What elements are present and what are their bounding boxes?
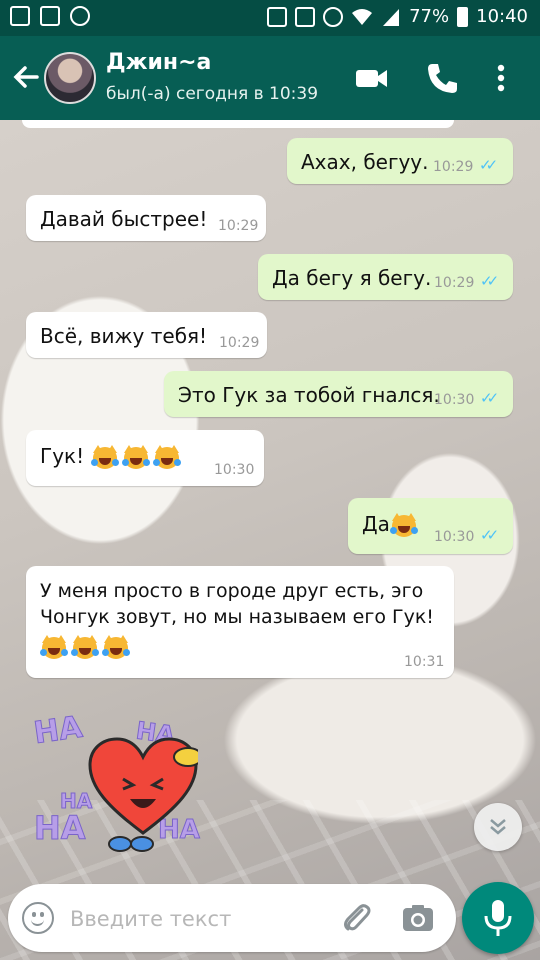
message-text: Да (362, 512, 390, 536)
sticker-message[interactable]: HA HA HA HA HA (30, 705, 260, 865)
sticker-feet-icon (108, 836, 154, 852)
status-bar: 77% 10:40 (0, 0, 540, 36)
mute-icon (295, 6, 316, 27)
joy-cat-emoji (152, 444, 181, 471)
previous-message-bubble[interactable] (22, 120, 454, 128)
message-text-line: У меня просто в городе друг есть, эго (40, 580, 424, 602)
message-text: Ахах, бегуу. (301, 150, 429, 174)
battery-percent: 77% (409, 6, 450, 27)
message-bubble-outgoing[interactable]: Это Гук за тобой гнался. 10:30 ✓✓ (164, 371, 513, 417)
message-text: Давай быстрее! (40, 207, 208, 231)
double-check-icon: ✓✓ (480, 526, 499, 544)
message-time: 10:29 (433, 159, 474, 175)
joy-cat-emoji (71, 634, 99, 661)
message-bubble-incoming[interactable]: Всё, вижу тебя! 10:29 (26, 312, 267, 358)
message-text-line: Чонгук зовут, но мы называем его Гук! (40, 606, 434, 628)
battery-icon (457, 6, 469, 27)
sticker-ha-text: HA (34, 809, 87, 848)
message-text: Да бегу я бегу. (272, 266, 432, 290)
double-check-icon: ✓✓ (480, 272, 499, 290)
message-time: 10:30 (434, 529, 475, 545)
last-seen-status: был(-а) сегодня в 10:39 (106, 84, 319, 104)
message-content: У меня просто в городе друг есть, эго Чо… (40, 578, 434, 661)
microphone-icon (484, 900, 512, 936)
sticker-ha-text: HA (31, 709, 85, 752)
message-bubble-outgoing[interactable]: Да бегу я бегу. 10:29 ✓✓ (258, 254, 513, 300)
back-arrow-icon[interactable] (8, 56, 44, 96)
message-text: Гук! (40, 444, 85, 468)
signal-icon (383, 8, 400, 26)
message-bubble-incoming[interactable]: Гук! 10:30 (26, 430, 264, 486)
joy-cat-emoji (40, 634, 68, 661)
contact-name[interactable]: Джин~a (106, 50, 211, 75)
contact-avatar[interactable] (44, 52, 96, 104)
message-time: 10:29 (219, 335, 260, 351)
paperclip-icon[interactable] (338, 900, 374, 936)
emoji-row (40, 634, 434, 661)
whatsapp-icon (70, 6, 90, 26)
cast-icon (267, 6, 288, 27)
scroll-to-bottom-button[interactable] (474, 803, 522, 851)
message-bubble-outgoing[interactable]: Да 10:30 ✓✓ (348, 498, 513, 554)
message-bubble-outgoing[interactable]: Ахах, бегуу. 10:29 ✓✓ (287, 138, 513, 184)
message-time: 10:31 (404, 654, 445, 670)
message-text: Всё, вижу тебя! (40, 324, 208, 348)
emoji-picker-icon[interactable] (22, 902, 54, 934)
clock: 10:40 (476, 6, 528, 27)
message-bubble-incoming[interactable]: Давай быстрее! 10:29 (26, 195, 266, 241)
message-time: 10:29 (434, 275, 475, 291)
sim-icon (10, 6, 30, 26)
message-content: Да (362, 512, 421, 539)
joy-cat-emoji (121, 444, 150, 471)
chat-header: Джин~a был(-а) сегодня в 10:39 (0, 36, 540, 120)
joy-cat-emoji (102, 634, 130, 661)
video-call-icon[interactable] (352, 58, 392, 98)
message-text: Это Гук за тобой гнался. (178, 383, 440, 407)
message-content: Гук! (40, 444, 184, 471)
camera-icon[interactable] (402, 904, 434, 932)
message-time: 10:30 (214, 462, 255, 478)
microphone-button[interactable] (462, 882, 534, 954)
laughing-heart-icon (88, 737, 198, 835)
double-chevron-down-icon (490, 819, 506, 835)
message-time: 10:29 (218, 218, 259, 234)
joy-cat-emoji (90, 444, 119, 471)
phone-call-icon[interactable] (422, 58, 462, 98)
double-check-icon: ✓✓ (480, 389, 499, 407)
double-check-icon: ✓✓ (479, 156, 498, 174)
joy-cat-emoji (389, 512, 418, 539)
alarm-icon (323, 6, 344, 27)
message-time: 10:30 (434, 392, 475, 408)
more-options-icon[interactable] (486, 58, 516, 98)
image-icon (40, 6, 60, 26)
message-input[interactable] (70, 901, 310, 937)
message-composer (8, 884, 456, 952)
wifi-icon (352, 8, 373, 25)
message-bubble-incoming[interactable]: У меня просто в городе друг есть, эго Чо… (26, 566, 454, 678)
